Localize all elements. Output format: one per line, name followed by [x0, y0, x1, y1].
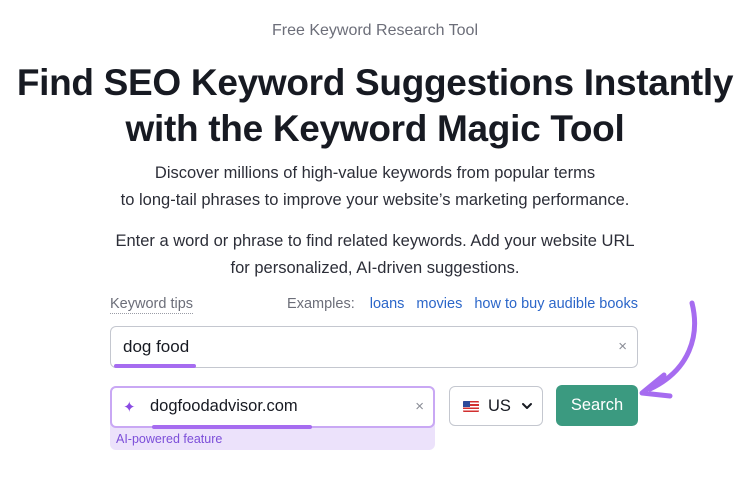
page-title: Find SEO Keyword Suggestions Instantly w…	[0, 60, 750, 152]
url-field-wrapper: ✦ dogfoodadvisor.com × AI-powered featur…	[110, 386, 435, 450]
ai-powered-label: AI-powered feature	[116, 432, 223, 446]
examples-list: Examples: loans movies how to buy audibl…	[287, 296, 638, 312]
keyword-input-value: dog food	[123, 337, 190, 356]
country-code: US	[488, 397, 511, 415]
example-link-audible-books[interactable]: how to buy audible books	[474, 296, 638, 312]
keyword-input[interactable]: dog food ×	[110, 326, 638, 368]
instructions-line-2: for personalized, AI-driven suggestions.	[230, 259, 520, 277]
chevron-down-icon	[522, 403, 532, 409]
keyword-magic-page: Free Keyword Research Tool Find SEO Keyw…	[0, 0, 750, 479]
instructions-line-1: Enter a word or phrase to find related k…	[115, 232, 635, 250]
country-select[interactable]: US	[449, 386, 543, 426]
us-flag-icon	[463, 401, 479, 412]
example-link-loans[interactable]: loans	[370, 296, 405, 312]
example-link-movies[interactable]: movies	[416, 296, 462, 312]
curved-arrow-icon	[639, 300, 698, 399]
keyword-highlight-underline	[114, 364, 196, 368]
intro-line-1: Discover millions of high-value keywords…	[154, 164, 596, 182]
instructions-text: Enter a word or phrase to find related k…	[0, 228, 750, 282]
page-title-line-2: with the Keyword Magic Tool	[125, 108, 625, 149]
sparkle-icon: ✦	[123, 399, 136, 416]
intro-text: Discover millions of high-value keywords…	[0, 160, 750, 214]
intro-line-2: to long-tail phrases to improve your web…	[120, 191, 630, 209]
url-highlight-underline	[152, 425, 312, 429]
eyebrow-label: Free Keyword Research Tool	[271, 22, 479, 39]
tips-row: Keyword tips Examples: loans movies how …	[110, 296, 638, 316]
examples-label: Examples:	[287, 296, 355, 312]
clear-url-icon[interactable]: ×	[415, 398, 424, 415]
page-title-line-1: Find SEO Keyword Suggestions Instantly	[16, 62, 734, 103]
website-url-input[interactable]: ✦ dogfoodadvisor.com ×	[110, 386, 435, 428]
keyword-tips-link[interactable]: Keyword tips	[110, 296, 194, 314]
website-url-value: dogfoodadvisor.com	[150, 397, 298, 415]
